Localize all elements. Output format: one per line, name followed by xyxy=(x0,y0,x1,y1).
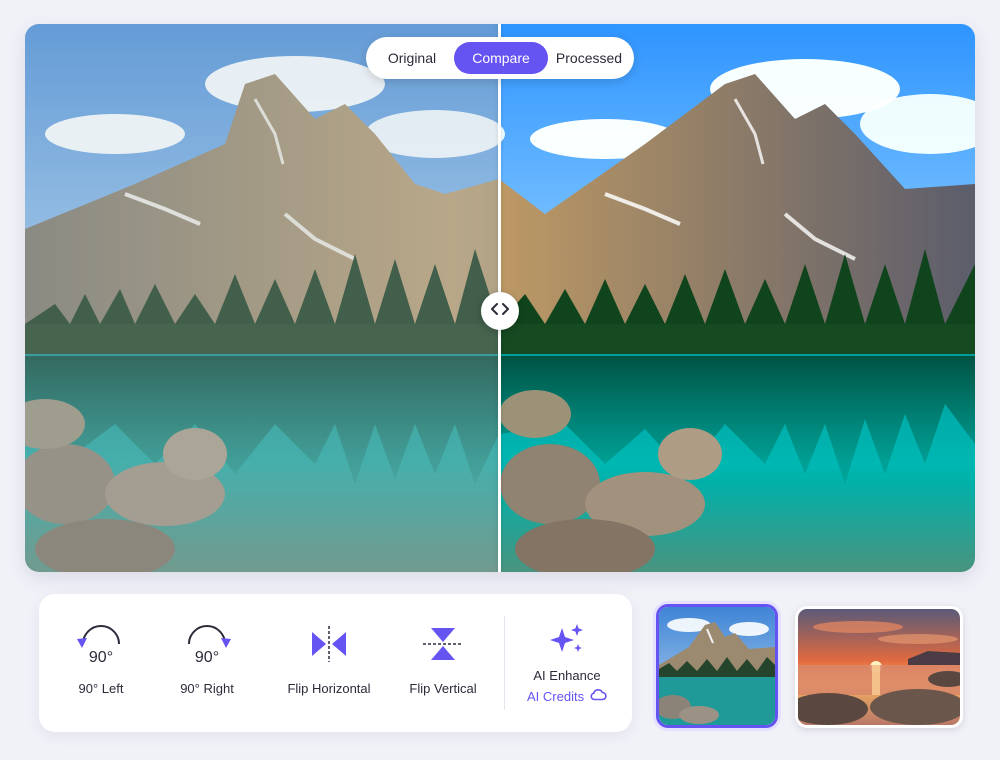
flip-horizontal-label: Flip Horizontal xyxy=(287,681,371,696)
rotate-right-button[interactable]: 90° 90° Right xyxy=(165,594,249,732)
rotate-left-label: 90° Left xyxy=(78,681,124,696)
mode-original-button[interactable]: Original xyxy=(370,42,454,74)
rotate-right-icon-text: 90° xyxy=(195,649,219,666)
flip-vertical-label: Flip Vertical xyxy=(409,681,477,696)
chevrons-left-right-icon xyxy=(490,302,510,321)
sparkles-icon xyxy=(547,622,587,663)
ai-credits-label: AI Credits xyxy=(527,688,585,704)
flip-vertical-button[interactable]: Flip Vertical xyxy=(401,594,485,732)
rotate-left-icon: 90° xyxy=(71,622,131,666)
compare-viewer[interactable] xyxy=(25,24,975,572)
compare-divider-handle[interactable] xyxy=(481,292,519,330)
ai-credits-link[interactable]: AI Credits xyxy=(527,688,607,704)
rotate-left-icon-text: 90° xyxy=(89,649,113,666)
mode-processed-button[interactable]: Processed xyxy=(548,42,630,74)
ai-enhance-button[interactable]: AI Enhance AI Credits xyxy=(515,594,619,732)
thumbnail-sunset-beach[interactable] xyxy=(795,606,963,728)
toolbar-divider xyxy=(504,616,505,710)
view-mode-toggle: Original Compare Processed xyxy=(366,37,634,79)
rotate-right-icon: 90° xyxy=(177,622,237,666)
rotate-right-label: 90° Right xyxy=(180,681,234,696)
edit-toolbar: 90° 90° Left 90° 90° Right Flip Horizont… xyxy=(39,594,632,732)
rotate-left-button[interactable]: 90° 90° Left xyxy=(59,594,143,732)
cloud-icon xyxy=(589,688,607,704)
flip-horizontal-button[interactable]: Flip Horizontal xyxy=(279,594,379,732)
processed-image xyxy=(499,24,975,572)
ai-enhance-label: AI Enhance xyxy=(533,668,601,683)
mode-compare-button[interactable]: Compare xyxy=(454,42,548,74)
flip-horizontal-icon xyxy=(299,622,359,666)
original-image xyxy=(25,24,499,572)
flip-vertical-icon xyxy=(413,622,473,666)
thumbnail-mountain-lake[interactable] xyxy=(656,604,778,728)
